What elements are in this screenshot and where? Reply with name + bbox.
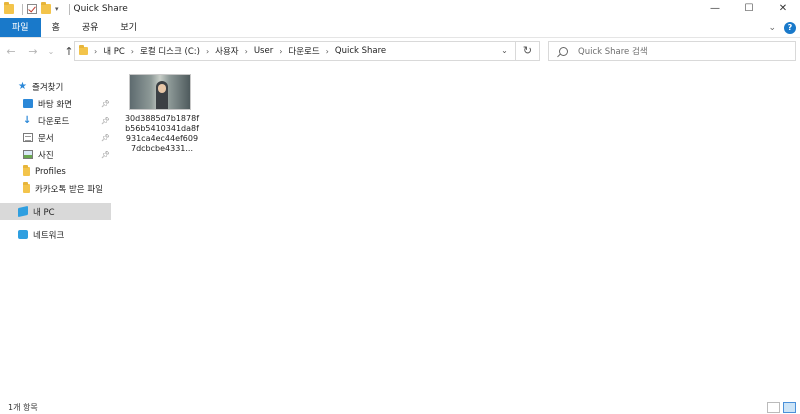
tab-file[interactable]: 파일 [0,18,41,37]
sidebar-item-quick-access[interactable]: ★ 즐겨찾기 [0,78,111,95]
pin-icon: 📌︎ [101,116,110,125]
folder-icon [23,165,30,176]
details-view-button[interactable] [767,402,780,413]
download-icon: ↓ [23,115,32,126]
star-icon: ★ [18,80,27,92]
tab-home[interactable]: 홈 [41,18,71,37]
help-button[interactable]: ? [784,22,796,34]
maximize-button[interactable]: ☐ [732,0,766,18]
ribbon-tabs: 파일 홈 공유 보기 ⌄ ? [0,18,800,38]
window-controls: — ☐ ✕ [698,0,800,18]
sidebar-item-label: Profiles [35,166,66,177]
breadcrumb-separator[interactable]: › [279,47,282,56]
forward-button[interactable]: → [22,45,44,58]
recent-locations-button[interactable]: ⌄ [44,47,58,56]
quick-access-toolbar: ▾ Quick Share [0,0,128,18]
toolbar-separator [22,3,23,15]
sidebar-item-this-pc[interactable]: 내 PC [0,203,111,220]
chevron-down-icon[interactable]: ⌄ [768,23,776,33]
item-count: 1개 항목 [8,402,38,412]
navigation-pane: ★ 즐겨찾기 바탕 화면 📌︎ ↓ 다운로드 📌︎ 문서 📌︎ 사진 📌︎ Pr… [0,70,111,400]
document-icon [23,133,33,142]
close-button[interactable]: ✕ [766,0,800,18]
breadcrumb-separator[interactable]: › [206,47,209,56]
window-title: Quick Share [73,4,128,14]
picture-icon [23,150,33,159]
list-item[interactable]: 30d3885d7b1878fb56b5410341da8f931ca4ec44… [124,74,200,154]
folder-icon [23,182,30,193]
refresh-button[interactable]: ↻ [516,41,540,61]
desktop-icon [23,99,33,108]
breadcrumb-quick-share[interactable]: Quick Share [335,46,386,56]
breadcrumb-separator[interactable]: › [245,47,248,56]
sidebar-item-documents[interactable]: 문서 📌︎ [0,129,111,146]
search-input[interactable]: Quick Share 검색 [578,45,648,57]
computer-icon [18,205,28,218]
pin-icon: 📌︎ [101,150,110,159]
sidebar-item-profiles[interactable]: Profiles [0,163,111,180]
new-folder-icon[interactable] [41,2,51,14]
title-bar: ▾ Quick Share — ☐ ✕ [0,0,800,18]
network-icon [18,230,28,239]
sidebar-item-label: 내 PC [33,207,55,218]
file-name: 30d3885d7b1878fb56b5410341da8f931ca4ec44… [124,114,200,153]
breadcrumb-downloads[interactable]: 다운로드 [288,45,319,57]
sidebar-item-pictures[interactable]: 사진 📌︎ [0,146,111,163]
navigation-bar: ← → ⌄ ↑ › 내 PC › 로컬 디스크 (C:) › 사용자 › Use… [0,38,800,64]
properties-icon[interactable] [27,4,37,14]
sidebar-item-network[interactable]: 네트워크 [0,226,111,243]
folder-icon[interactable] [4,2,14,14]
large-icons-view-button[interactable] [783,402,796,413]
toolbar-separator [68,3,70,15]
sidebar-item-label: 바탕 화면 [38,99,72,110]
pin-icon: 📌︎ [101,99,110,108]
image-thumbnail[interactable] [129,74,191,110]
search-icon [559,46,568,56]
folder-icon [79,45,88,55]
sidebar-item-kakaotalk-files[interactable]: 카카오톡 받은 파일 [0,180,111,197]
address-history-dropdown[interactable]: ⌄ [494,41,516,61]
tab-view[interactable]: 보기 [109,18,148,37]
pin-icon: 📌︎ [101,133,110,142]
thumbnail-face [158,84,166,93]
view-toggle [767,402,796,413]
status-bar: 1개 항목 [0,400,800,414]
ribbon-right-controls: ⌄ ? [768,18,796,38]
sidebar-item-downloads[interactable]: ↓ 다운로드 📌︎ [0,112,111,129]
breadcrumb-separator[interactable]: › [94,47,97,56]
sidebar-item-label: 카카오톡 받은 파일 [35,184,103,195]
file-list: 30d3885d7b1878fb56b5410341da8f931ca4ec44… [118,70,800,400]
breadcrumb-separator[interactable]: › [131,47,134,56]
sidebar-item-desktop[interactable]: 바탕 화면 📌︎ [0,95,111,112]
breadcrumb-separator[interactable]: › [326,47,329,56]
sidebar-item-label: 네트워크 [33,230,65,241]
sidebar-item-label: 즐겨찾기 [32,82,64,93]
minimize-button[interactable]: — [698,0,732,18]
sidebar-item-label: 문서 [38,133,54,144]
breadcrumb-local-disk[interactable]: 로컬 디스크 (C:) [140,45,200,57]
sidebar-item-label: 다운로드 [38,116,70,127]
sidebar-item-label: 사진 [38,150,54,161]
breadcrumb-this-pc[interactable]: 내 PC [103,45,125,57]
search-box[interactable]: Quick Share 검색 [548,41,796,61]
customize-toolbar-icon[interactable]: ▾ [55,5,59,13]
tab-share[interactable]: 공유 [71,18,110,37]
breadcrumb-users[interactable]: 사용자 [215,45,238,57]
breadcrumb-user[interactable]: User [254,46,273,56]
address-bar[interactable]: › 내 PC › 로컬 디스크 (C:) › 사용자 › User › 다운로드… [74,41,516,61]
back-button[interactable]: ← [0,45,22,58]
